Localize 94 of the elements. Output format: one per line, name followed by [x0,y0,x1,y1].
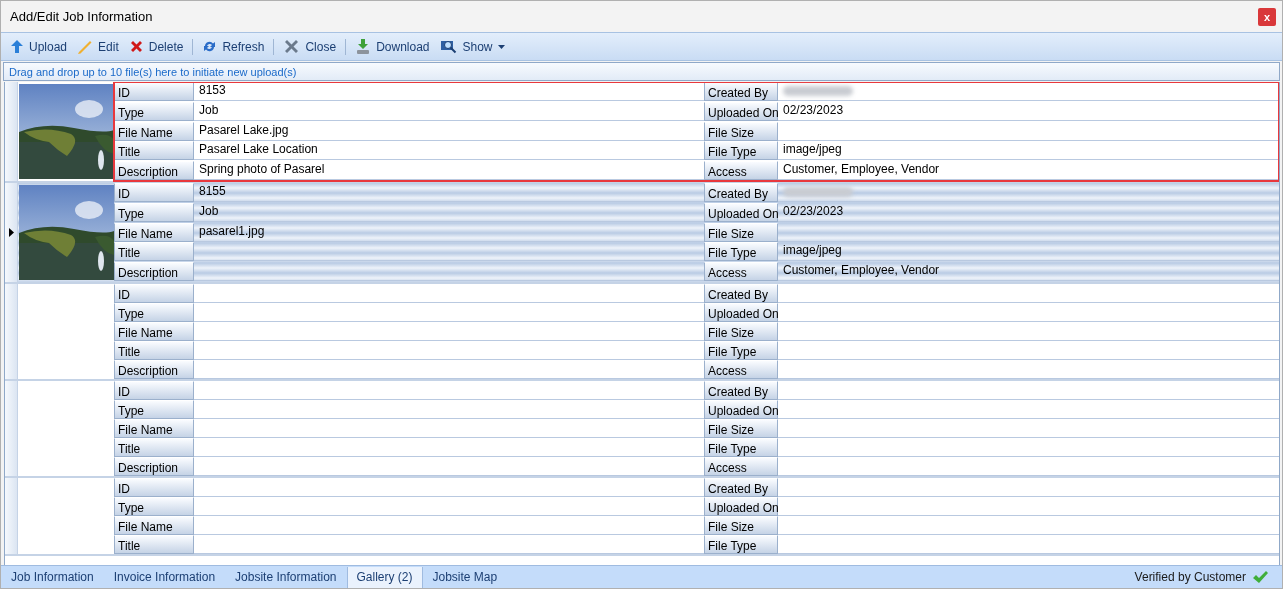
field-label: File Type [704,341,778,360]
field-label: File Type [704,141,778,161]
field-value: Pasarel Lake.jpg [194,121,704,141]
field-label: Uploaded On [704,400,778,419]
field-label: File Type [704,438,778,457]
tab[interactable]: Job Information [1,566,104,588]
field-label: File Size [704,419,778,438]
field-label: Created By [704,82,778,101]
pencil-icon [77,39,94,54]
field-value: Spring photo of Pasarel [194,161,704,181]
field-value: pasarel1.jpg [194,222,704,242]
toolbar-button[interactable]: Edit [72,35,124,58]
field-label: File Type [704,535,778,554]
row-selector[interactable] [5,183,18,282]
toolbar-button[interactable]: Refresh [197,35,270,58]
record[interactable]: ID Created By Type Uploaded On File Name File Size Title File Type [5,478,1279,556]
field-value: 02/23/2023 [778,202,1279,222]
tab[interactable]: Jobsite Map [422,566,508,588]
row-selector[interactable] [5,284,18,379]
field-value: 8153 [194,82,704,101]
field-label: Access [704,262,778,282]
field-value: Customer, Employee, Vendor [778,262,1279,282]
field-label: Access [704,161,778,181]
drop-zone[interactable]: Drag and drop up to 10 file(s) here to initiate new upload(s) [3,62,1280,81]
window-close-button[interactable]: x [1258,7,1276,26]
record[interactable]: ID Created By Type Uploaded On File Name File Size Title File Type Description Access [5,381,1279,478]
refresh-icon [202,39,218,54]
field-label: Type [114,202,194,222]
up-arrow-icon [10,39,24,54]
row-selector[interactable] [5,381,18,476]
field-label: Title [114,535,194,554]
field-value: image/jpeg [778,242,1279,262]
row-selector[interactable] [5,82,18,181]
toolbar-button[interactable]: Close [278,35,342,58]
field-label: Uploaded On [704,497,778,516]
field-label: Description [114,161,194,181]
field-label: Type [114,101,194,121]
field-label: Title [114,438,194,457]
field-value: Pasarel Lake Location [194,141,704,161]
field-label: Created By [704,478,778,497]
field-label: File Type [704,242,778,262]
field-label: Description [114,457,194,476]
selected-record[interactable]: ID 8155 Created By Type Job Uploaded On 02/23/2023 File Name pasarel1.jpg File Size Title File Type image/jpeg Description Access Customer, Employee, Vendor [5,183,1279,284]
field-label: File Name [114,121,194,141]
field-label: File Size [704,516,778,535]
field-label: Created By [704,284,778,303]
toolbar-button[interactable]: Show [434,35,510,58]
record[interactable]: ID Created By Type Uploaded On File Name File Size Title File Type Description Access [5,284,1279,381]
field-label: File Name [114,419,194,438]
field-label: File Name [114,322,194,341]
field-value: Job [194,202,704,222]
field-label: Title [114,141,194,161]
field-label: Title [114,341,194,360]
field-label: ID [114,381,194,400]
field-label: Created By [704,183,778,202]
field-label: Description [114,360,194,379]
toolbar-button[interactable]: Delete [123,35,189,58]
field-label: Access [704,360,778,379]
field-label: Title [114,242,194,262]
field-label: ID [114,82,194,101]
field-label: Type [114,497,194,516]
field-label: Type [114,400,194,419]
field-label: Uploaded On [704,303,778,322]
field-label: ID [114,478,194,497]
field-label: Description [114,262,194,282]
field-label: ID [114,183,194,202]
tab[interactable]: Gallery (2) [346,566,423,588]
field-label: File Size [704,121,778,141]
field-value: Customer, Employee, Vendor [778,161,1279,181]
field-label: Type [114,303,194,322]
field-label: Uploaded On [704,202,778,222]
field-label: Created By [704,381,778,400]
tab[interactable]: Jobsite Information [225,566,347,588]
field-label: File Name [114,222,194,242]
toolbar-button[interactable]: Upload [5,35,73,58]
field-label: File Name [114,516,194,535]
status-text: Verified by Customer [1134,570,1246,584]
field-label: Uploaded On [704,101,778,121]
field-value: image/jpeg [778,141,1279,161]
magnifier-icon [439,39,458,54]
row-pointer-icon [8,228,14,237]
window-title: Add/Edit Job Information [10,9,153,24]
field-label: File Size [704,322,778,341]
field-label: Access [704,457,778,476]
cross-icon [283,39,301,54]
field-value: 02/23/2023 [778,101,1279,121]
field-label: ID [114,284,194,303]
field-value: 8155 [194,183,704,202]
tab[interactable]: Invoice Information [103,566,226,588]
field-value: Job [194,101,704,121]
download-icon [355,39,372,54]
toolbar-button[interactable]: Download [350,35,435,58]
row-selector[interactable] [5,478,18,554]
field-label: File Size [704,222,778,242]
